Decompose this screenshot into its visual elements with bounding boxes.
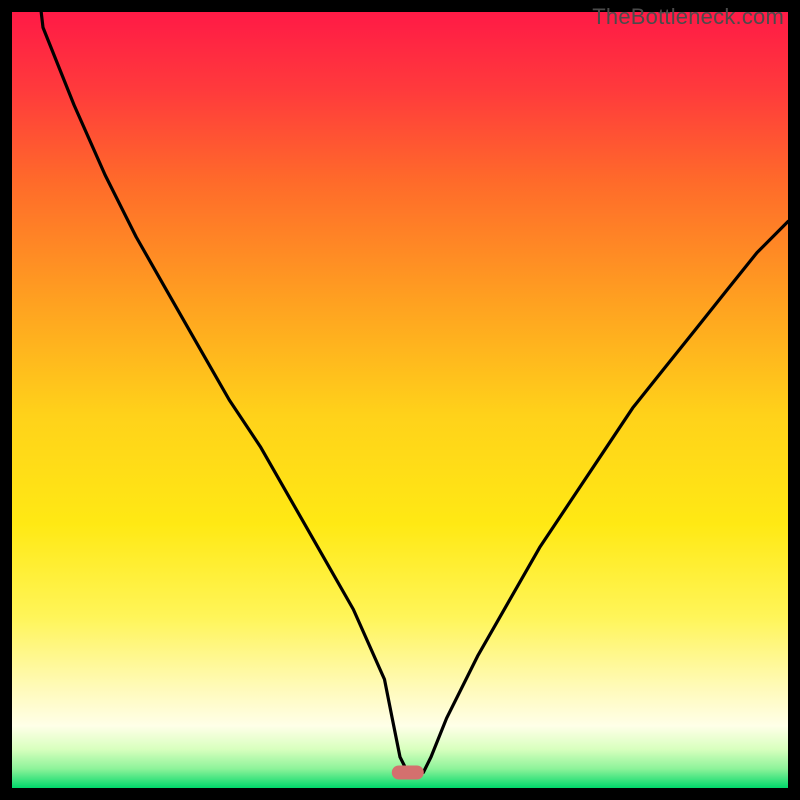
- optimal-marker: [392, 766, 424, 780]
- watermark-text: TheBottleneck.com: [592, 4, 784, 30]
- chart-frame: [12, 12, 788, 788]
- bottleneck-chart: [12, 12, 788, 788]
- gradient-background: [12, 12, 788, 788]
